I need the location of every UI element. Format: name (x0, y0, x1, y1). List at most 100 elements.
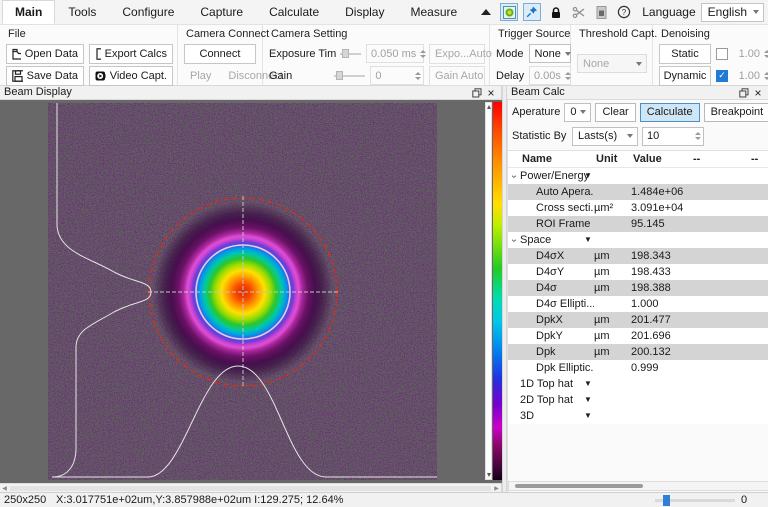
column-header[interactable]: -- (691, 153, 749, 165)
menu-tab[interactable]: Measure (397, 0, 470, 24)
table-row[interactable]: ›Cross secti... ▼ µm² 3.091e+04 (508, 200, 768, 216)
expander-icon[interactable]: › (509, 234, 520, 246)
gain-slider-handle[interactable] (336, 71, 343, 80)
connect-button[interactable]: Connect (184, 44, 256, 64)
float-panel-icon[interactable] (470, 87, 484, 99)
table-row[interactable]: ›Dpk ▼ µm 200.132 (508, 344, 768, 360)
table-row[interactable]: ›2D Top hat ▼ (508, 392, 768, 408)
menu-tab-label: Capture (200, 5, 243, 19)
export-calcs-button[interactable]: Export Calcs (89, 44, 173, 64)
trigger-mode-select[interactable]: None (529, 44, 571, 63)
row-name: Space (520, 234, 551, 246)
dynamic-denoise-spinbox[interactable]: 1.00 (733, 66, 768, 85)
status-slider-thumb[interactable] (663, 495, 670, 506)
static-denoise-checkbox[interactable] (716, 48, 728, 60)
colorbar-min-arrow-icon[interactable] (487, 473, 491, 477)
gain-slider[interactable] (334, 71, 365, 81)
group-dropdown-icon[interactable]: ▼ (584, 235, 592, 244)
table-row[interactable]: ›D4σX ▼ µm 198.343 (508, 248, 768, 264)
gain-auto-button[interactable]: Gain Auto (429, 66, 485, 86)
lock-icon[interactable] (546, 3, 564, 21)
aperture-select[interactable]: 0 (564, 103, 591, 122)
collapse-ribbon-icon[interactable] (477, 3, 495, 21)
calculate-button[interactable]: Calculate (640, 103, 700, 122)
column-header[interactable]: Name (508, 153, 594, 165)
row-value: 201.477 (631, 314, 691, 326)
colorbar-max-arrow-icon[interactable] (487, 105, 491, 109)
menu-tab[interactable]: Capture (187, 0, 256, 24)
gain-spinbox[interactable]: 0 (370, 66, 424, 85)
report-document-icon[interactable] (592, 3, 610, 21)
table-row[interactable]: ›D4σ ▼ µm 198.388 (508, 280, 768, 296)
table-row[interactable]: ›ROI Frame ▼ 95.145 (508, 216, 768, 232)
table-row[interactable]: ›D4σ Ellipti... ▼ 1.000 (508, 296, 768, 312)
beam-display-hscrollbar[interactable]: ◀ ▶ (0, 483, 502, 492)
table-row[interactable]: ›1D Top hat ▼ (508, 376, 768, 392)
table-row[interactable]: ›DpkX ▼ µm 201.477 (508, 312, 768, 328)
video-capture-button[interactable]: Video Capt. (89, 66, 173, 86)
dynamic-denoise-checkbox[interactable]: ✓ (716, 70, 728, 82)
colorbar-range-slider[interactable] (485, 102, 492, 480)
exposure-slider-handle[interactable] (342, 49, 349, 58)
group-dropdown-icon[interactable]: ▼ (584, 379, 592, 388)
beam-image-canvas[interactable] (0, 100, 502, 483)
close-panel-icon[interactable]: × (484, 87, 498, 99)
clear-button[interactable]: Clear (595, 103, 635, 122)
scroll-right-icon[interactable]: ▶ (492, 485, 501, 492)
save-data-button[interactable]: Save Data (6, 66, 84, 86)
threshold-select[interactable]: None (577, 54, 647, 73)
status-slider[interactable] (655, 499, 735, 502)
scissors-icon[interactable] (569, 3, 587, 21)
group-dropdown-icon[interactable]: ▼ (584, 395, 592, 404)
table-row[interactable]: ›Power/Energy ▼ (508, 168, 768, 184)
exposure-slider[interactable] (340, 49, 361, 59)
spinner-arrows-icon[interactable] (415, 72, 421, 80)
menu-tab[interactable]: Tools (55, 0, 109, 24)
spinner-arrows-icon[interactable] (695, 132, 701, 140)
table-row[interactable]: ›Dpk Elliptic... ▼ 0.999 (508, 360, 768, 376)
column-header[interactable]: -- (749, 153, 768, 165)
exposure-spinbox[interactable]: 0.050 ms (366, 44, 424, 63)
spinner-arrows-icon[interactable] (420, 50, 426, 58)
trigger-delay-spinbox[interactable]: 0.00s (529, 66, 571, 85)
column-header[interactable]: Unit (594, 153, 631, 165)
table-row[interactable]: ›Space ▼ (508, 232, 768, 248)
scrollbar-track[interactable] (10, 486, 491, 491)
scrollbar-thumb[interactable] (515, 484, 643, 488)
pin-icon[interactable] (523, 3, 541, 21)
table-row[interactable]: ›3D ▼ (508, 408, 768, 424)
language-select[interactable]: English (701, 3, 764, 22)
exposure-auto-button[interactable]: Expo...Auto (429, 44, 485, 64)
table-row[interactable]: ›Auto Apera... ▼ 1.484e+06 (508, 184, 768, 200)
row-name-cell: ›D4σX (508, 250, 594, 262)
static-denoise-spinbox[interactable]: 1.00 (733, 44, 768, 63)
open-data-button[interactable]: Open Data (6, 44, 84, 64)
spinner-arrows-icon[interactable] (764, 50, 768, 58)
table-row[interactable]: ›D4σY ▼ µm 198.433 (508, 264, 768, 280)
colormap-image-icon[interactable] (500, 3, 518, 21)
group-dropdown-icon[interactable]: ▼ (584, 171, 592, 180)
expander-icon[interactable]: › (509, 170, 520, 182)
group-dropdown-icon[interactable]: ▼ (584, 411, 592, 420)
dynamic-denoise-button[interactable]: Dynamic (659, 66, 711, 86)
table-row[interactable]: ›DpkY ▼ µm 201.696 (508, 328, 768, 344)
close-panel-icon[interactable]: × (751, 87, 765, 99)
breakpoint-button[interactable]: Breakpoint (704, 103, 768, 122)
float-panel-icon[interactable] (737, 87, 751, 99)
row-name-cell: ›ROI Frame (508, 218, 594, 230)
column-header[interactable]: Value (631, 153, 691, 165)
scroll-left-icon[interactable]: ◀ (0, 485, 9, 492)
help-icon[interactable]: ? (615, 3, 633, 21)
menu-tab[interactable]: Calculate (256, 0, 332, 24)
beam-calc-hscrollbar[interactable] (508, 481, 768, 491)
spinner-arrows-icon[interactable] (764, 72, 768, 80)
menu-tab[interactable]: Display (332, 0, 397, 24)
menu-tab[interactable]: Main (2, 0, 55, 24)
statistic-by-select[interactable]: Lasts(s) (572, 127, 638, 146)
menu-tab[interactable]: Configure (109, 0, 187, 24)
row-value: 0.999 (631, 362, 691, 374)
static-denoise-button[interactable]: Static (659, 44, 711, 64)
row-name: 3D (520, 410, 534, 422)
play-button[interactable]: Play (184, 66, 217, 86)
statistic-count-spinbox[interactable]: 10 (642, 127, 704, 146)
